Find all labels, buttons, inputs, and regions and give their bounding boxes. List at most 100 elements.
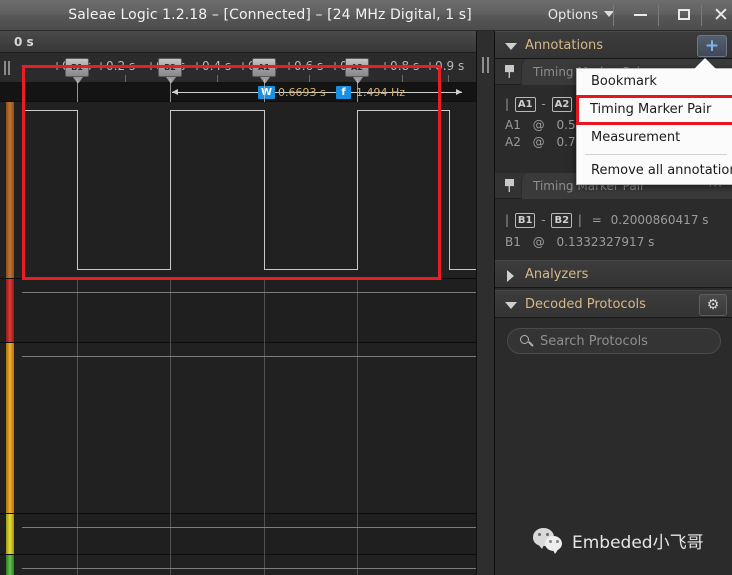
at-symbol: @ xyxy=(532,135,545,149)
waveform-trace xyxy=(449,269,476,270)
channel-color-strip-1 xyxy=(6,279,14,342)
delta-prefix: | xyxy=(505,213,510,227)
marker-time-value: 0.1332327917 s xyxy=(556,235,655,249)
annotation-delta-row-1: | A1 - A2 | xyxy=(505,97,582,112)
channel-color-strip-3 xyxy=(6,514,14,554)
analyzers-title: Analyzers xyxy=(525,267,589,282)
annotations-section-header[interactable]: Annotations + xyxy=(495,31,732,59)
timing-marker-b1[interactable]: B1 xyxy=(65,58,89,84)
menu-item-timing-marker-pair[interactable]: Timing Marker Pair xyxy=(576,95,732,125)
timeline-ruler-top[interactable]: 0 s xyxy=(0,31,494,53)
wechat-icon xyxy=(533,528,563,554)
waveform-trace xyxy=(264,110,265,270)
waveform-trace xyxy=(449,110,450,270)
width-badge-icon: W xyxy=(258,86,276,99)
tick-label: +0.8 s xyxy=(380,59,420,73)
app-window: Saleae Logic 1.2.18 – [Connected] – [24 … xyxy=(0,0,732,575)
annotation-group-body-2: | B1 - B2 | = 0.2000860417 s B1 @ 0.1332… xyxy=(495,199,732,259)
chevron-right-icon xyxy=(507,270,514,282)
delta-dash: - xyxy=(541,213,546,227)
at-symbol: @ xyxy=(532,118,545,132)
timeline-ruler-ticks[interactable]: +0.1 s +0.2 s +0.3 s +0.4 s +0.5 s +0.6 … xyxy=(0,53,494,84)
minimize-icon xyxy=(633,14,647,16)
delta-suffix: | xyxy=(577,213,582,227)
channel-row-3[interactable] xyxy=(0,514,494,554)
marker-name: A2 xyxy=(505,135,521,149)
timing-marker-a1[interactable]: A1 xyxy=(252,58,276,84)
channel-color-strip-4 xyxy=(6,555,14,575)
search-icon xyxy=(520,335,529,344)
decoded-protocols-title: Decoded Protocols xyxy=(525,297,646,312)
grid-line xyxy=(77,280,78,575)
maximize-button[interactable] xyxy=(666,0,702,31)
bookmark-flag-icon xyxy=(505,65,514,78)
menu-pointer xyxy=(694,58,716,69)
pane-resize-handle[interactable] xyxy=(476,31,494,575)
tick-label: +0.9 s xyxy=(425,59,465,73)
menu-divider xyxy=(585,154,727,155)
channel-row-1[interactable] xyxy=(0,279,494,342)
grid-line xyxy=(170,280,171,575)
decoded-protocols-section-header[interactable]: Decoded Protocols ⚙ xyxy=(495,290,732,318)
titlebar-divider xyxy=(613,5,614,26)
bookmark-flag-icon xyxy=(505,179,514,192)
tab-caret xyxy=(601,199,619,206)
protocol-search-area: Search Protocols xyxy=(495,318,732,362)
menu-item-remove-all-annotations[interactable]: Remove all annotations xyxy=(577,158,732,184)
frequency-badge-icon: f xyxy=(336,86,351,99)
search-input[interactable]: Search Protocols xyxy=(507,328,721,354)
tick-label: +0.2 s xyxy=(96,59,136,73)
titlebar-divider-3 xyxy=(701,5,702,26)
timing-marker-a2[interactable]: A2 xyxy=(345,58,369,84)
tick-mark xyxy=(217,75,218,82)
annotations-title: Annotations xyxy=(525,38,604,53)
menu-item-bookmark[interactable]: Bookmark xyxy=(577,69,732,95)
title-bar: Saleae Logic 1.2.18 – [Connected] – [24 … xyxy=(0,0,732,31)
waveform-trace xyxy=(357,110,450,111)
marker-chip-a2: A2 xyxy=(551,97,573,112)
channel-row-4[interactable] xyxy=(0,555,494,575)
waveform-trace xyxy=(357,110,358,270)
marker-chip-b2: B2 xyxy=(551,213,573,228)
channel-row-0[interactable] xyxy=(0,102,494,278)
width-value: 0.6693 s xyxy=(278,86,326,99)
waveform-trace xyxy=(22,527,476,528)
annotation-marker-row-b1: B1 @ 0.1332327917 s xyxy=(505,235,654,249)
timing-marker-b2[interactable]: B2 xyxy=(158,58,182,84)
marker-name: A1 xyxy=(505,118,521,132)
grid-line xyxy=(264,280,265,575)
marker-chip-a1: A1 xyxy=(514,97,536,112)
delta-time-value: 0.2000860417 s xyxy=(610,213,709,227)
waveform-pane[interactable]: 0 s +0.1 s +0.2 s +0.3 s +0.4 s +0.5 s +… xyxy=(0,31,494,575)
window-title: Saleae Logic 1.2.18 – [Connected] – [24 … xyxy=(68,7,472,23)
gear-icon[interactable]: ⚙ xyxy=(699,294,727,316)
waveform-trace xyxy=(77,110,78,270)
at-symbol: @ xyxy=(532,235,545,249)
minimize-button[interactable] xyxy=(622,0,658,31)
menu-item-measurement[interactable]: Measurement xyxy=(577,125,732,151)
add-annotation-menu[interactable]: Bookmark Timing Marker Pair Measurement … xyxy=(576,68,732,185)
search-placeholder: Search Protocols xyxy=(540,334,648,349)
delta-dash: - xyxy=(541,97,546,111)
waveform-trace xyxy=(170,110,171,270)
close-button[interactable]: ✕ xyxy=(703,0,732,31)
tick-mark xyxy=(309,75,310,82)
maximize-icon xyxy=(678,9,690,20)
channel-row-2[interactable] xyxy=(0,343,494,513)
marker-chip-b1: B1 xyxy=(514,213,536,228)
annotation-delta-row-2: | B1 - B2 | = 0.2000860417 s xyxy=(505,213,709,228)
analyzers-section-header[interactable]: Analyzers xyxy=(495,260,732,288)
waveform-trace xyxy=(264,269,357,270)
tick-mark xyxy=(402,75,403,82)
watermark: Embeded小飞哥 xyxy=(533,525,704,555)
add-annotation-button[interactable]: + xyxy=(697,35,727,57)
watermark-text: Embeded小飞哥 xyxy=(572,532,704,553)
waveform-trace xyxy=(170,110,264,111)
ruler-grip-handle[interactable] xyxy=(0,53,14,83)
marker-name: B1 xyxy=(505,235,521,249)
frequency-value: 1.494 Hz xyxy=(356,86,406,99)
options-menu-button[interactable]: Options xyxy=(540,0,622,31)
waveform-trace xyxy=(22,292,476,293)
options-label: Options xyxy=(547,8,598,23)
chevron-down-icon xyxy=(505,302,517,309)
